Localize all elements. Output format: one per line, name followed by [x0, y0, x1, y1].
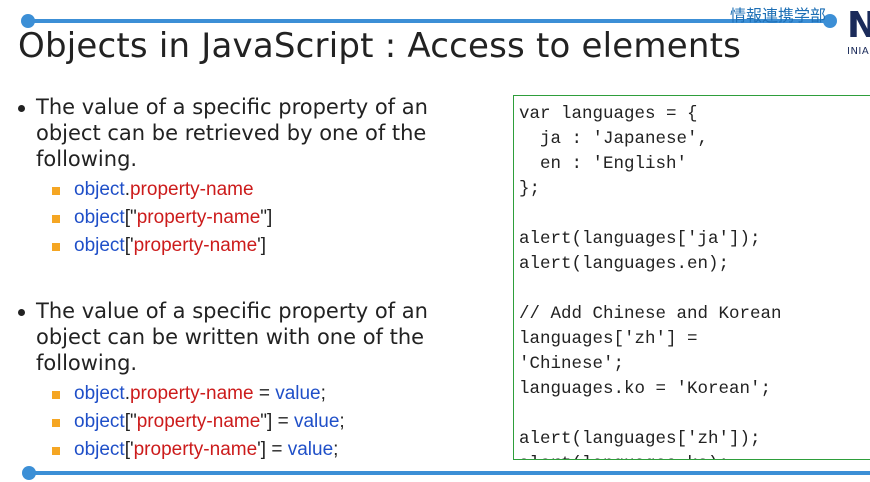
department-label: 情報連携学部	[730, 6, 827, 25]
syntax-segment: ;	[339, 411, 345, 432]
bullet-write: The value of a specific property of an o…	[18, 298, 498, 464]
syntax-segment: '] =	[257, 439, 288, 460]
syntax-segment: property-name	[129, 383, 254, 404]
square-bullet-icon	[52, 187, 60, 195]
syntax-segment: value	[275, 383, 321, 404]
square-bullet-icon	[52, 391, 60, 399]
syntax-segment: object	[74, 179, 125, 200]
logo-letter: N	[847, 6, 870, 46]
syntax-segment: ['	[124, 439, 134, 460]
sub-bullet-list: object.property-name = value; object["pro…	[52, 380, 498, 464]
bullet-dot	[18, 105, 25, 112]
syntax-segment: ["	[124, 207, 137, 228]
syntax-segment: property-name	[133, 439, 258, 460]
bullet-item: The value of a specific property of an o…	[18, 94, 498, 172]
square-bullet-icon	[52, 215, 60, 223]
header-rule	[30, 19, 836, 23]
slide-title: Objects in JavaScript : Access to elemen…	[18, 26, 742, 66]
bullet-text: The value of a specific property of an o…	[36, 95, 428, 171]
sub-bullet-item: object['property-name'] = value;	[52, 436, 498, 464]
syntax-segment: ["	[124, 411, 137, 432]
footer-rule-left-dot	[22, 466, 36, 480]
sub-bullet-item: object['property-name']	[52, 232, 498, 260]
syntax-segment: property-name	[129, 179, 254, 200]
bullet-read: The value of a specific property of an o…	[18, 94, 498, 260]
bullet-dot	[18, 309, 25, 316]
syntax-segment: object	[74, 439, 125, 460]
syntax-segment: value	[287, 439, 334, 460]
sub-bullet-item: object.property-name = value;	[52, 380, 498, 408]
syntax-segment: property-name	[136, 207, 261, 228]
logo-subtext: INIAD	[847, 46, 870, 57]
syntax-segment: ;	[320, 383, 326, 404]
syntax-segment: "]	[260, 207, 273, 228]
syntax-segment: "] =	[260, 411, 294, 432]
sub-bullet-item: object.property-name	[52, 176, 498, 204]
sub-bullet-list: object.property-name object["property-nam…	[52, 176, 498, 260]
square-bullet-icon	[52, 419, 60, 427]
syntax-segment: value	[293, 411, 340, 432]
syntax-segment: ']	[257, 235, 267, 256]
square-bullet-icon	[52, 243, 60, 251]
code-box: var languages = { ja : 'Japanese', en : …	[513, 95, 870, 460]
syntax-segment: object	[74, 411, 125, 432]
bullet-list: The value of a specific property of an o…	[18, 94, 498, 464]
syntax-segment: ;	[333, 439, 339, 460]
syntax-segment: ['	[124, 235, 134, 256]
syntax-segment: object	[74, 235, 125, 256]
bullet-item: The value of a specific property of an o…	[18, 298, 498, 376]
syntax-segment: object	[74, 207, 125, 228]
syntax-segment: object	[74, 383, 125, 404]
square-bullet-icon	[52, 447, 60, 455]
bullet-text: The value of a specific property of an o…	[36, 299, 428, 375]
iniad-logo: N INIAD	[843, 6, 870, 60]
code-block: var languages = { ja : 'Japanese', en : …	[519, 104, 782, 459]
syntax-segment: =	[253, 383, 276, 404]
sub-bullet-item: object["property-name"] = value;	[52, 408, 498, 436]
footer-rule	[30, 471, 870, 475]
syntax-segment: property-name	[133, 235, 258, 256]
syntax-segment: property-name	[136, 411, 261, 432]
sub-bullet-item: object["property-name"]	[52, 204, 498, 232]
